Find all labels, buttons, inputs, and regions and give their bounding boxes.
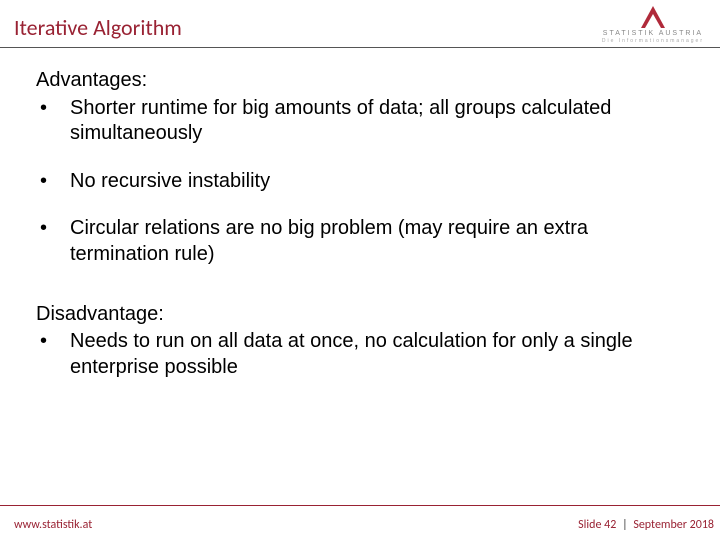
bullet-icon: • bbox=[36, 329, 70, 380]
bullet-icon: • bbox=[36, 96, 70, 147]
advantage-text: Circular relations are no big problem (m… bbox=[70, 216, 684, 267]
advantages-heading: Advantages: bbox=[36, 68, 684, 94]
content: Advantages: • Shorter runtime for big am… bbox=[0, 48, 720, 380]
slide-number: Slide 42 bbox=[578, 518, 616, 532]
bullet-icon: • bbox=[36, 169, 70, 195]
list-item: • Needs to run on all data at once, no c… bbox=[36, 329, 684, 380]
logo-statistik-austria: STATISTIK AUSTRIA Die Informationsmanage… bbox=[602, 6, 704, 44]
separator-icon: | bbox=[622, 518, 628, 532]
bullet-icon: • bbox=[36, 216, 70, 267]
footer-date: September 2018 bbox=[633, 518, 714, 532]
logo-text: STATISTIK AUSTRIA bbox=[602, 30, 704, 37]
disadvantage-block: Disadvantage: • Needs to run on all data… bbox=[36, 302, 684, 381]
footer-meta: Slide 42 | September 2018 bbox=[578, 518, 714, 532]
disadvantage-heading: Disadvantage: bbox=[36, 302, 684, 328]
list-item: • No recursive instability bbox=[36, 169, 684, 195]
advantage-text: Shorter runtime for big amounts of data;… bbox=[70, 96, 684, 147]
footer-url: www.statistik.at bbox=[14, 518, 92, 532]
footer-divider bbox=[0, 505, 720, 506]
logo-subtext: Die Informationsmanager bbox=[602, 38, 704, 44]
header: Iterative Algorithm STATISTIK AUSTRIA Di… bbox=[0, 0, 720, 47]
list-item: • Circular relations are no big problem … bbox=[36, 216, 684, 267]
page-title: Iterative Algorithm bbox=[14, 14, 702, 41]
logo-icon bbox=[641, 6, 665, 28]
advantage-text: No recursive instability bbox=[70, 169, 684, 195]
footer: www.statistik.at Slide 42 | September 20… bbox=[0, 510, 720, 540]
disadvantage-text: Needs to run on all data at once, no cal… bbox=[70, 329, 684, 380]
list-item: • Shorter runtime for big amounts of dat… bbox=[36, 96, 684, 147]
